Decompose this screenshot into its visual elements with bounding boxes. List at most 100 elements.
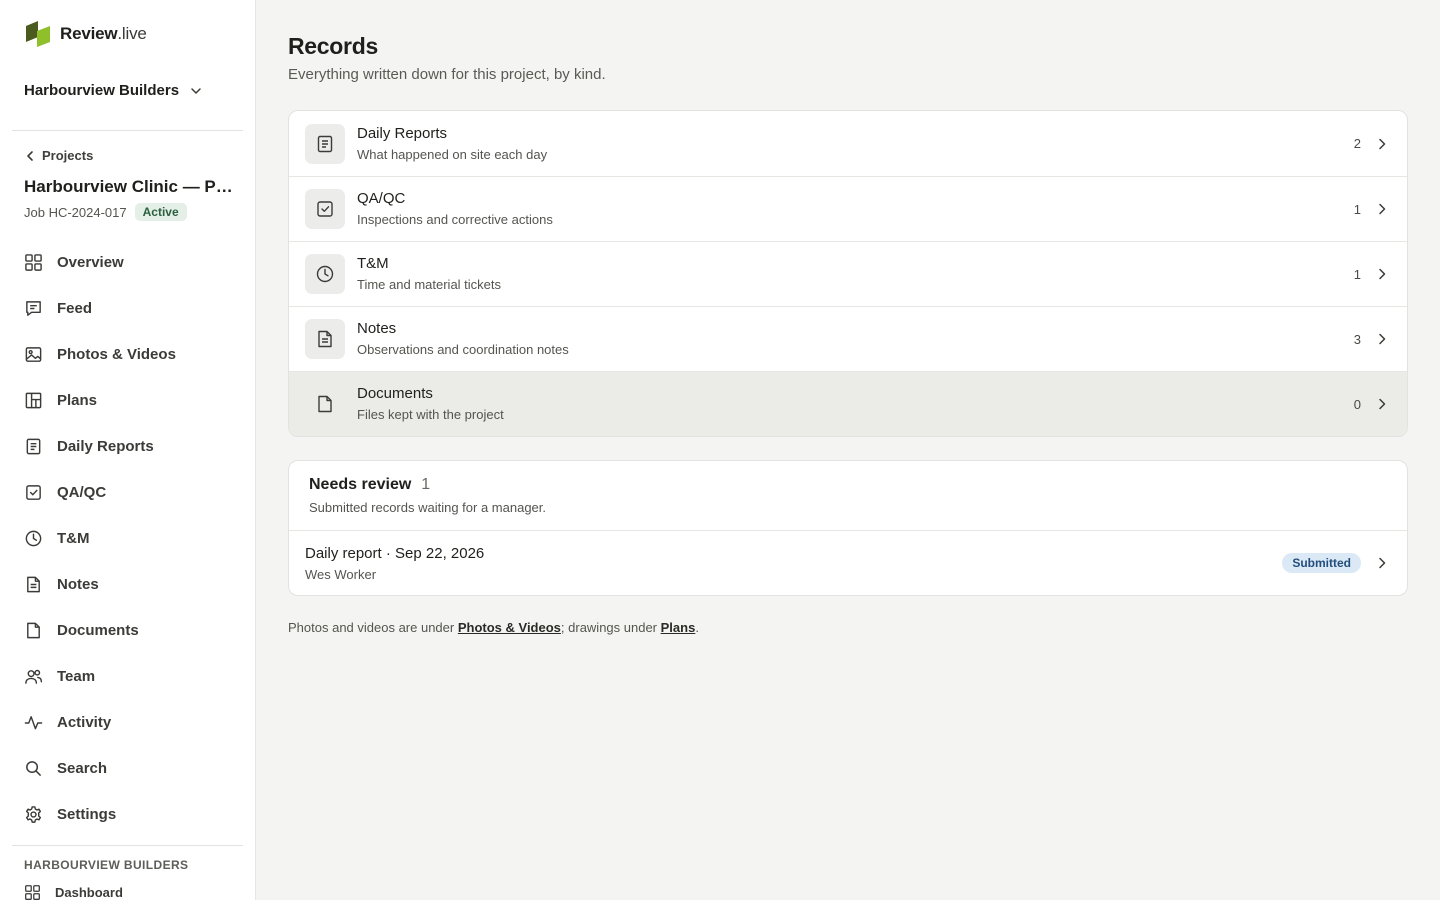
record-title: Documents — [357, 385, 433, 402]
sidebar-item-activity[interactable]: Activity — [24, 699, 236, 745]
sidebar-item-feed[interactable]: Feed — [24, 285, 236, 331]
needs-review-header: Needs review 1 Submitted records waiting… — [289, 461, 1407, 531]
file-icon — [27, 622, 40, 638]
records-list: Daily Reports What happened on site each… — [288, 110, 1408, 437]
chevron-right-icon — [1379, 398, 1386, 410]
needs-review-panel: Needs review 1 Submitted records waiting… — [288, 460, 1408, 596]
sidebar-item-team[interactable]: Team — [24, 653, 236, 699]
file-icon — [305, 384, 345, 424]
grid-icon — [25, 253, 42, 271]
needs-review-title: Needs review — [309, 476, 412, 493]
chevron-right-icon — [1379, 268, 1386, 280]
gear-icon — [25, 805, 42, 823]
clock-icon — [305, 254, 345, 294]
sidebar-item-label: Dashboard — [55, 885, 123, 900]
brand-name: Review.live — [60, 24, 147, 43]
sidebar-item-dashboard[interactable]: Dashboard — [24, 884, 123, 900]
chevron-right-icon — [1379, 138, 1386, 149]
plans-icon — [25, 392, 42, 408]
sidebar-item-label: Search — [57, 759, 108, 777]
sidebar-item-photos[interactable]: Photos & Videos — [24, 331, 236, 377]
sidebar-item-label: Daily Reports — [57, 437, 154, 455]
chat-icon — [26, 300, 41, 316]
sidebar-item-label: Photos & Videos — [57, 345, 176, 363]
page-title: Records — [288, 33, 378, 59]
review-item-title: Daily report · Sep 22, 2026 — [305, 544, 485, 562]
chevron-right-icon — [1379, 333, 1386, 345]
activity-icon — [24, 715, 43, 729]
image-icon — [25, 346, 42, 362]
sidebar-item-label: QA/QC — [57, 483, 107, 501]
sidebar-divider — [12, 845, 243, 846]
sidebar-item-documents[interactable]: Documents — [24, 607, 236, 653]
sidebar-item-label: Activity — [57, 713, 112, 731]
page-subtitle: Everything written down for this project… — [288, 66, 606, 83]
record-description: Inspections and corrective actions — [357, 212, 553, 227]
photos-videos-link[interactable]: Photos & Videos — [458, 620, 561, 635]
record-row-documents[interactable]: Documents Files kept with the project 0 — [289, 371, 1407, 436]
chevron-left-icon — [27, 150, 33, 161]
sidebar-item-daily-reports[interactable]: Daily Reports — [24, 423, 236, 469]
record-count: 1 — [1353, 201, 1361, 217]
org-name: Harbourview Builders — [24, 82, 180, 99]
review-item-author: Wes Worker — [305, 566, 377, 582]
sidebar-item-plans[interactable]: Plans — [24, 377, 236, 423]
review-item[interactable]: Daily report · Sep 22, 2026 Wes Worker S… — [289, 531, 1407, 595]
job-line: Job HC-2024-017 Active — [24, 203, 187, 221]
back-link-label: Projects — [42, 148, 94, 163]
sidebar-item-label: Notes — [57, 575, 99, 593]
record-count: 1 — [1353, 266, 1361, 282]
sidebar-item-label: Settings — [57, 805, 117, 823]
status-badge: Active — [134, 203, 187, 221]
clock-icon — [25, 530, 42, 546]
record-description: What happened on site each day — [357, 146, 548, 162]
grid-icon — [25, 885, 40, 900]
sidebar-item-label: Plans — [57, 391, 98, 409]
sidebar-item-label: Overview — [57, 253, 124, 271]
sidebar-item-label: Team — [57, 667, 96, 685]
record-title: Notes — [357, 320, 397, 337]
search-icon — [26, 760, 41, 776]
sidebar-item-qaqc[interactable]: QA/QC — [24, 469, 236, 515]
record-title: Daily Reports — [357, 124, 448, 142]
record-row-notes[interactable]: Notes Observations and coordination note… — [289, 306, 1407, 371]
sidebar-item-label: Feed — [57, 299, 93, 317]
note-icon — [305, 319, 345, 359]
org-switcher[interactable]: Harbourview Builders — [24, 82, 203, 99]
record-row-qaqc[interactable]: QA/QC Inspections and corrective actions… — [289, 176, 1407, 241]
org-section-label: HARBOURVIEW BUILDERS — [24, 858, 189, 872]
plans-link[interactable]: Plans — [661, 620, 696, 635]
sidebar-item-label: Documents — [57, 621, 139, 639]
sidebar-item-label: T&M — [57, 529, 90, 547]
chevron-right-icon — [1379, 203, 1386, 215]
report-icon — [26, 438, 41, 454]
record-description: Observations and coordination notes — [357, 342, 569, 357]
project-title: Harbourview Clinic — Phase 2 — [24, 177, 236, 196]
report-icon — [305, 123, 345, 164]
sidebar-item-overview[interactable]: Overview — [24, 239, 236, 285]
sidebar: Review.live Harbourview Builders Project… — [0, 0, 256, 900]
chevron-right-icon — [1379, 557, 1386, 569]
check-square-icon — [26, 484, 41, 500]
footer-note: Photos and videos are under Photos & Vid… — [288, 620, 699, 635]
project-nav: Overview Feed Photos & Videos Plans Dail… — [24, 239, 236, 837]
record-description: Time and material tickets — [357, 277, 502, 292]
brand-logo-icon — [26, 21, 50, 47]
chevron-down-icon — [191, 87, 201, 94]
sidebar-item-search[interactable]: Search — [24, 745, 236, 791]
note-icon — [27, 576, 40, 592]
sidebar-item-settings[interactable]: Settings — [24, 791, 236, 837]
job-number: Job HC-2024-017 — [24, 204, 127, 220]
record-count: 3 — [1353, 331, 1361, 347]
record-description: Files kept with the project — [357, 407, 504, 422]
record-row-tm[interactable]: T&M Time and material tickets 1 — [289, 241, 1407, 306]
record-row-daily-reports[interactable]: Daily Reports What happened on site each… — [289, 111, 1407, 176]
check-square-icon — [305, 189, 345, 229]
brand[interactable]: Review.live — [24, 20, 147, 48]
sidebar-item-tm[interactable]: T&M — [24, 515, 236, 561]
record-title: QA/QC — [357, 190, 406, 207]
record-title: T&M — [357, 255, 389, 272]
sidebar-item-notes[interactable]: Notes — [24, 561, 236, 607]
sidebar-divider — [12, 130, 243, 131]
back-to-projects-link[interactable]: Projects — [24, 148, 93, 163]
